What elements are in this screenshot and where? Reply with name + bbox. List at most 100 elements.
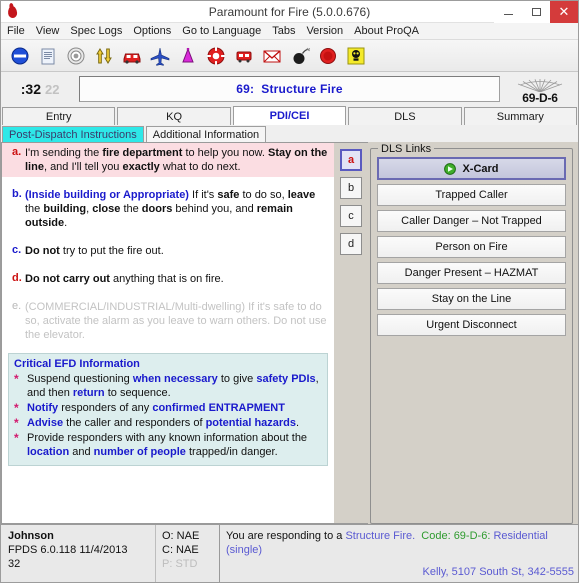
operator-name: Johnson <box>8 530 54 542</box>
toolbar <box>1 40 578 72</box>
mode-o: O: NAE <box>162 530 200 542</box>
mode-indicators: O: NAE C: NAE P: STD <box>156 525 220 582</box>
secondary-timer: 22 <box>45 81 60 97</box>
instruction-letter: c. <box>12 244 22 256</box>
tab-pdi-cei[interactable]: PDI/CEI <box>232 106 347 125</box>
tab-kq[interactable]: KQ <box>117 107 231 125</box>
dls-links-group: DLS Links X-Card Trapped Caller Caller D… <box>370 143 573 524</box>
car-icon[interactable] <box>118 42 145 69</box>
menu-item-spec-logs[interactable]: Spec Logs <box>70 25 122 37</box>
content-area: a. I'm sending the fire department to hel… <box>1 142 578 524</box>
main-tabs: Entry KQ PDI/CEI DLS Summary <box>1 106 578 125</box>
stop-icon[interactable] <box>314 42 341 69</box>
operator-info: Johnson FPDS 6.0.118 11/4/2013 32 <box>1 525 156 582</box>
dls-button-x-card[interactable]: X-Card <box>377 157 566 180</box>
text-fragment: doors <box>141 203 173 215</box>
biohazard-skull-icon[interactable] <box>342 42 369 69</box>
text-fragment: anything that is on fire. <box>109 273 224 285</box>
chemical-flask-icon[interactable] <box>174 42 201 69</box>
dls-button-trapped-caller[interactable]: Trapped Caller <box>377 184 566 206</box>
instruction-text: Do not carry out anything that is on fir… <box>25 272 224 286</box>
bomb-icon[interactable] <box>286 42 313 69</box>
text-fragment: Do not <box>25 245 60 257</box>
title-bar: Paramount for Fire (5.0.0.676) ✕ <box>1 0 578 23</box>
letter-button-c[interactable]: c <box>340 205 362 227</box>
dls-button-person-on-fire[interactable]: Person on Fire <box>377 236 566 258</box>
dls-button-stay-on-the-line[interactable]: Stay on the Line <box>377 288 566 310</box>
letter-button-b[interactable]: b <box>340 177 362 199</box>
instruction-letter: d. <box>12 272 22 284</box>
text-fragment: try to put the fire out. <box>59 245 164 257</box>
mode-c: C: NAE <box>162 544 199 556</box>
target-icon[interactable] <box>62 42 89 69</box>
close-button[interactable]: ✕ <box>550 0 578 23</box>
airplane-icon[interactable] <box>146 42 173 69</box>
case-number: 69: <box>236 82 255 96</box>
document-icon[interactable] <box>34 42 61 69</box>
tab-entry[interactable]: Entry <box>2 107 116 125</box>
envelope-icon[interactable] <box>258 42 285 69</box>
instruction-text: (COMMERCIAL/INDUSTRIAL/Multi-dwelling) I… <box>25 300 328 342</box>
text-fragment: safety PDIs <box>256 373 316 385</box>
instruction-row[interactable]: a. I'm sending the fire department to hel… <box>2 143 334 177</box>
text-fragment: If it's <box>188 189 218 201</box>
response-type: Structure Fire. <box>345 530 416 542</box>
case-header: :32 22 69: Structure Fire 69-D-6 <box>1 72 578 106</box>
train-icon[interactable] <box>230 42 257 69</box>
row-spacer <box>2 261 334 269</box>
efd-title: Critical EFD Information <box>14 358 140 370</box>
letter-navigation-column: a b c d <box>334 142 368 524</box>
maximize-button[interactable] <box>522 0 550 23</box>
text-fragment: location <box>27 446 70 458</box>
dls-button-urgent-disconnect[interactable]: Urgent Disconnect <box>377 314 566 336</box>
text-fragment: trapped/in danger. <box>185 446 278 458</box>
instruction-text: I'm sending the fire department to help … <box>25 146 328 174</box>
efd-bullet-text: Suspend questioning when necessary to gi… <box>27 372 322 400</box>
menu-item-options[interactable]: Options <box>133 25 171 37</box>
menu-item-about-proqa[interactable]: About ProQA <box>354 25 419 37</box>
sub-tabs: Post-Dispatch Instructions Additional In… <box>1 125 578 142</box>
text-fragment: number of people <box>93 446 186 458</box>
menu-item-go-to-language[interactable]: Go to Language <box>182 25 261 37</box>
menu-item-version[interactable]: Version <box>306 25 343 37</box>
asterisk-icon: * <box>14 372 19 386</box>
menu-item-file[interactable]: File <box>7 25 25 37</box>
instruction-row[interactable]: d. Do not carry out anything that is on f… <box>2 269 334 289</box>
instruction-row[interactable]: c. Do not try to put the fire out. <box>2 241 334 261</box>
instruction-list: a. I'm sending the fire department to hel… <box>2 143 334 345</box>
dls-button-caller-danger-not-trapped[interactable]: Caller Danger – Not Trapped <box>377 210 566 232</box>
text-fragment: responders of any <box>58 402 153 414</box>
instruction-text: Do not try to put the fire out. <box>25 244 164 258</box>
letter-button-a[interactable]: a <box>340 149 362 171</box>
text-fragment: , and I'll tell you <box>43 161 123 173</box>
case-title: Structure Fire <box>261 82 343 96</box>
tab-dls[interactable]: DLS <box>348 107 462 125</box>
instruction-letter: e. <box>12 300 22 312</box>
text-fragment: Do not carry out <box>25 273 110 285</box>
menu-item-tabs[interactable]: Tabs <box>272 25 295 37</box>
case-count: 32 <box>8 558 21 570</box>
efd-bullet-row: * Suspend questioning when necessary to g… <box>14 372 322 400</box>
application-window: Paramount for Fire (5.0.0.676) ✕ File Vi… <box>0 0 579 583</box>
text-fragment: the <box>25 203 44 215</box>
updown-arrows-icon[interactable] <box>90 42 117 69</box>
tab-summary[interactable]: Summary <box>463 107 578 125</box>
minimize-button[interactable] <box>494 0 522 23</box>
menu-item-view[interactable]: View <box>36 25 60 37</box>
response-text: You are responding to a Structure Fire. … <box>226 529 574 557</box>
subtab-post-dispatch-instructions[interactable]: Post-Dispatch Instructions <box>2 126 144 142</box>
efd-bullet-text: Provide responders with any known inform… <box>27 431 322 459</box>
lifering-icon[interactable] <box>202 42 229 69</box>
instruction-row[interactable]: b. (Inside building or Appropriate) If it… <box>2 185 334 233</box>
dls-links-title: DLS Links <box>378 143 435 155</box>
response-prefix: You are responding to a <box>226 530 346 542</box>
text-fragment: potential hazards <box>205 417 297 429</box>
no-entry-icon[interactable] <box>6 42 33 69</box>
asterisk-icon: * <box>14 401 19 415</box>
subtab-additional-information[interactable]: Additional Information <box>145 126 267 142</box>
dls-button-danger-present-hazmat[interactable]: Danger Present – HAZMAT <box>377 262 566 284</box>
instruction-row[interactable]: e. (COMMERCIAL/INDUSTRIAL/Multi-dwelling)… <box>2 297 334 345</box>
instruction-text: (Inside building or Appropriate) If it's… <box>25 188 328 230</box>
letter-button-d[interactable]: d <box>340 233 362 255</box>
text-fragment: what to do next. <box>159 161 241 173</box>
